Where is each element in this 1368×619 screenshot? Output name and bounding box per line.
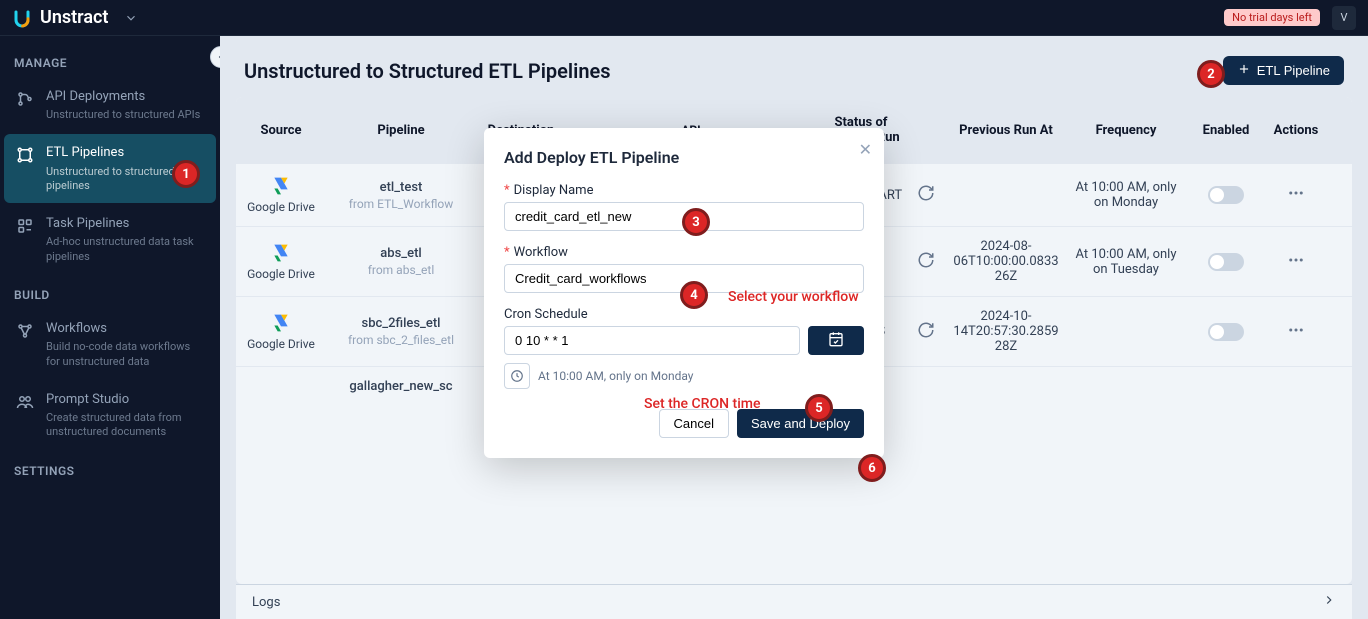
reload-icon[interactable] [917,251,935,273]
enabled-toggle[interactable] [1208,323,1244,341]
brand: Unstract [12,7,138,28]
google-drive-icon [270,313,292,333]
sidebar-section-build: BUILD [4,276,216,310]
pipeline-name: abs_etl [380,246,421,261]
new-etl-pipeline-button[interactable]: ETL Pipeline [1223,56,1344,85]
pipeline-from: from sbc_2_files_etl [348,333,454,347]
more-actions-icon[interactable] [1287,251,1305,273]
sidebar-section-settings: SETTINGS [4,452,216,486]
cancel-button[interactable]: Cancel [659,409,729,438]
task-icon [14,215,36,264]
cron-label: Cron Schedule [504,307,864,322]
sidebar-item-prompt-studio[interactable]: Prompt Studio Create structured data fro… [4,381,216,450]
google-drive-icon [270,243,292,263]
brand-chevron-down-icon[interactable] [124,11,138,25]
google-drive-icon [270,176,292,196]
display-name-label-text: Display Name [514,183,594,198]
col-freq: Frequency [1066,115,1186,145]
calendar-check-icon [828,331,844,350]
sidebar-item-desc: Unstructured to structured data pipeline… [46,165,206,194]
source-label: Google Drive [247,200,315,214]
source-label: Google Drive [247,267,315,281]
pipeline-from: from abs_etl [368,263,435,277]
brand-name: Unstract [40,7,108,28]
col-pipeline: Pipeline [326,115,476,145]
users-icon [14,391,36,440]
pipeline-name: gallagher_new_sc [349,379,452,394]
clock-icon [504,363,530,389]
sidebar-item-label: API Deployments [46,88,206,106]
enabled-toggle[interactable] [1208,186,1244,204]
brand-logo-icon [12,8,32,28]
sidebar-item-task-pipelines[interactable]: Task Pipelines Ad-hoc unstructured data … [4,205,216,274]
trial-badge: No trial days left [1224,9,1320,26]
pipeline-name: etl_test [380,180,423,195]
workflow-select[interactable] [504,264,864,293]
workflow-label: *Workflow [504,245,864,260]
sidebar-item-desc: Build no-code data workflows for unstruc… [46,340,206,369]
avatar[interactable]: V [1332,6,1356,30]
top-bar: Unstract No trial days left V [0,0,1368,36]
display-name-label: *Display Name [504,183,864,198]
sidebar-item-label: Workflows [46,320,206,338]
prev-run-cell: 2024-10-14T20:57:30.285928Z [946,309,1066,354]
col-actions: Actions [1266,115,1326,145]
freq-cell: At 10:00 AM, only on Monday [1066,180,1186,210]
cron-input[interactable] [504,326,800,355]
plus-icon [1237,62,1251,79]
col-enabled: Enabled [1186,115,1266,145]
workflow-label-text: Workflow [514,245,568,260]
cron-summary: At 10:00 AM, only on Monday [504,363,864,389]
git-branch-icon [14,88,36,122]
source-label: Google Drive [247,337,315,351]
new-pipeline-label: ETL Pipeline [1257,63,1330,78]
sidebar-item-label: Prompt Studio [46,391,206,409]
page-title: Unstructured to Structured ETL Pipelines [244,59,611,83]
reload-icon[interactable] [917,184,935,206]
save-and-deploy-button[interactable]: Save and Deploy [737,409,864,438]
pipeline-from: from ETL_Workflow [349,197,454,211]
modal-title: Add Deploy ETL Pipeline [504,148,864,167]
logs-panel-toggle[interactable]: Logs [236,584,1352,619]
sidebar-section-manage: MANAGE [4,44,216,78]
more-actions-icon[interactable] [1287,321,1305,343]
cron-validate-button[interactable] [808,326,864,355]
enabled-toggle[interactable] [1208,253,1244,271]
freq-cell: At 10:00 AM, only on Tuesday [1066,247,1186,277]
more-actions-icon[interactable] [1287,184,1305,206]
sidebar-item-workflows[interactable]: Workflows Build no-code data workflows f… [4,310,216,379]
logs-label: Logs [252,595,280,610]
sidebar: MANAGE API Deployments Unstructured to s… [0,36,220,619]
cron-summary-text: At 10:00 AM, only on Monday [538,369,693,383]
workflow-icon [14,320,36,369]
pipeline-name: sbc_2files_etl [362,316,441,331]
chevron-right-icon [1322,593,1336,611]
sidebar-item-desc: Ad-hoc unstructured data task pipelines [46,235,206,264]
close-icon[interactable]: ✕ [859,140,872,159]
sidebar-item-label: ETL Pipelines [46,144,206,162]
sidebar-item-api-deployments[interactable]: API Deployments Unstructured to structur… [4,78,216,132]
sidebar-item-label: Task Pipelines [46,215,206,233]
col-source: Source [236,115,326,145]
reload-icon[interactable] [917,321,935,343]
col-prev: Previous Run At [946,115,1066,145]
sidebar-item-etl-pipelines[interactable]: ETL Pipelines Unstructured to structured… [4,134,216,203]
pipeline-icon [14,144,36,193]
prev-run-cell: 2024-08-06T10:00:00.083326Z [946,239,1066,284]
sidebar-item-desc: Unstructured to structured APIs [46,108,206,122]
display-name-input[interactable] [504,202,864,231]
sidebar-item-desc: Create structured data from unstructured… [46,411,206,440]
add-etl-pipeline-modal: ✕ Add Deploy ETL Pipeline *Display Name … [484,128,884,458]
